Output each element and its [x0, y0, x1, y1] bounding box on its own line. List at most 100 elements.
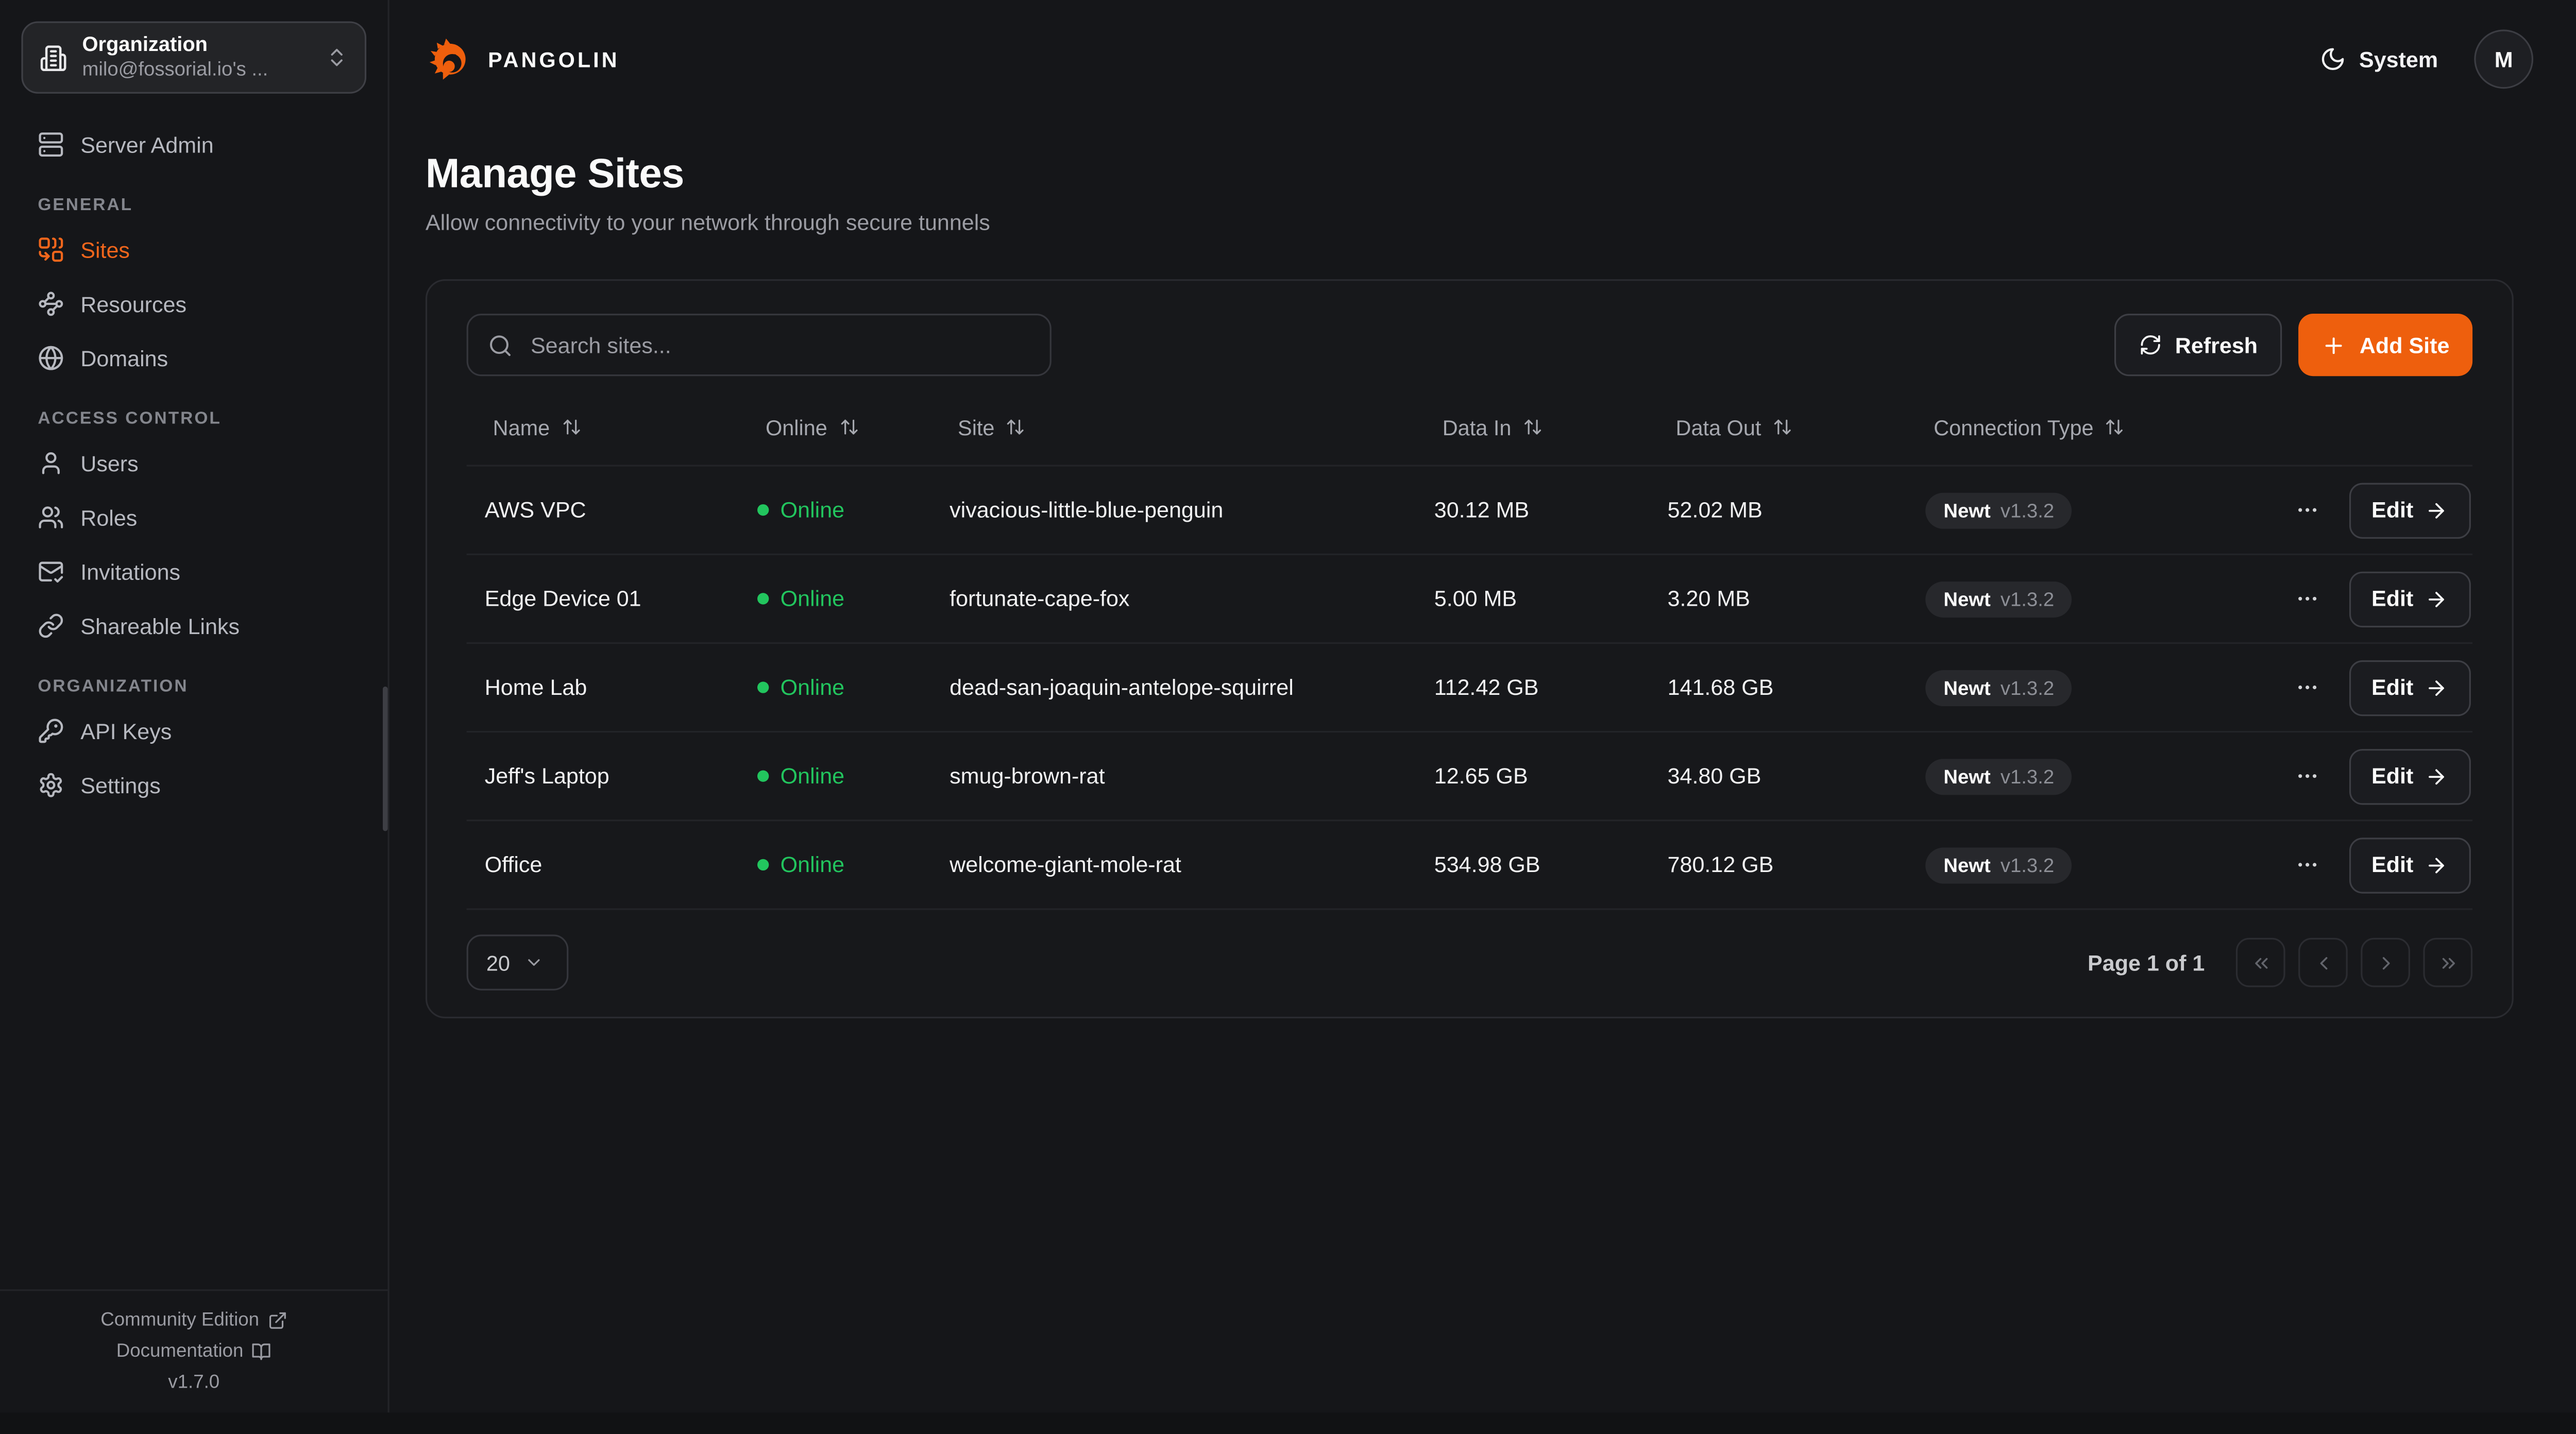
- data-in-cell: 5.00 MB: [1416, 586, 1650, 611]
- org-label: Organization: [82, 32, 268, 58]
- connection-type-cell: Newt v1.3.2: [1907, 492, 2321, 528]
- book-open-icon: [251, 1342, 271, 1361]
- connection-type-cell: Newt v1.3.2: [1907, 581, 2321, 617]
- arrow-right-icon: [2425, 853, 2448, 877]
- chevron-right-icon: [2375, 952, 2396, 973]
- brand[interactable]: PANGOLIN: [426, 35, 620, 84]
- online-dot: [757, 681, 769, 693]
- site-name-cell: Edge Device 01: [467, 586, 739, 611]
- link-icon: [38, 612, 64, 639]
- row-menu-button[interactable]: [2291, 760, 2323, 792]
- page-info: Page 1 of 1: [2088, 950, 2205, 975]
- sidebar-item-api-keys[interactable]: API Keys: [21, 708, 366, 754]
- sidebar-item-invitations[interactable]: Invitations: [21, 549, 366, 594]
- sidebar-footer: Community Edition Documentation v1.7.0: [0, 1289, 388, 1412]
- sidebar-item-domains[interactable]: Domains: [21, 335, 366, 381]
- sidebar-nav: Server Admin GENERAL Sites Resources Dom…: [0, 94, 388, 1289]
- data-in-cell: 112.42 GB: [1416, 675, 1650, 700]
- chevrons-up-down-icon: [325, 46, 348, 69]
- sort-icon: [2105, 417, 2125, 437]
- prev-page-button[interactable]: [2298, 938, 2348, 987]
- sidebar-item-server-admin[interactable]: Server Admin: [21, 122, 366, 167]
- globe-icon: [38, 345, 64, 371]
- search-icon: [488, 333, 513, 357]
- row-menu-button[interactable]: [2291, 672, 2323, 703]
- theme-toggle[interactable]: System: [2319, 46, 2438, 72]
- sort-icon: [562, 417, 581, 437]
- sidebar-item-label: Settings: [80, 773, 161, 797]
- sidebar-item-settings[interactable]: Settings: [21, 762, 366, 808]
- documentation-link[interactable]: Documentation: [116, 1342, 272, 1361]
- online-dot: [757, 859, 769, 870]
- table-row: Office Online welcome-giant-mole-rat 534…: [467, 820, 2472, 910]
- online-status-cell: Online: [739, 586, 931, 611]
- column-header-name[interactable]: Name: [467, 415, 739, 439]
- table-row: AWS VPC Online vivacious-little-blue-pen…: [467, 465, 2472, 553]
- add-site-button[interactable]: Add Site: [2299, 314, 2472, 376]
- avatar[interactable]: M: [2474, 29, 2533, 89]
- edit-label: Edit: [2371, 852, 2413, 877]
- arrow-right-icon: [2425, 764, 2448, 788]
- table-row: Edge Device 01 Online fortunate-cape-fox…: [467, 554, 2472, 642]
- chevron-left-icon: [2312, 952, 2333, 973]
- topbar-actions: System M: [2319, 29, 2533, 89]
- row-actions-cell: Edit: [2321, 837, 2472, 893]
- arrow-right-icon: [2425, 676, 2448, 699]
- pagination: Page 1 of 1: [2088, 938, 2472, 987]
- search-input[interactable]: [528, 331, 1030, 359]
- page-size-value: 20: [486, 950, 510, 975]
- column-header-connection-type[interactable]: Connection Type: [1907, 415, 2321, 439]
- chevrons-right-icon: [2437, 952, 2459, 973]
- sidebar-item-sites[interactable]: Sites: [21, 227, 366, 272]
- row-menu-button[interactable]: [2291, 849, 2323, 881]
- column-header-site[interactable]: Site: [931, 415, 1416, 439]
- waypoints-icon: [38, 291, 64, 317]
- sidebar-section-access-control: ACCESS CONTROL: [38, 409, 350, 429]
- last-page-button[interactable]: [2423, 938, 2472, 987]
- org-text: Organization milo@fossorial.io's ...: [82, 32, 268, 83]
- brand-name: PANGOLIN: [488, 47, 620, 72]
- key-icon: [38, 718, 64, 744]
- row-actions-cell: Edit: [2321, 571, 2472, 626]
- version-label: v1.7.0: [168, 1373, 219, 1393]
- site-name-cell: Office: [467, 852, 739, 877]
- org-selector[interactable]: Organization milo@fossorial.io's ...: [21, 21, 366, 93]
- refresh-button[interactable]: Refresh: [2114, 314, 2282, 376]
- column-header-data-in[interactable]: Data In: [1416, 415, 1650, 439]
- row-menu-button[interactable]: [2291, 583, 2323, 614]
- sidebar-item-shareable-links[interactable]: Shareable Links: [21, 603, 366, 648]
- edit-button[interactable]: Edit: [2348, 748, 2471, 804]
- community-edition-link[interactable]: Community Edition: [100, 1311, 287, 1330]
- first-page-button[interactable]: [2236, 938, 2285, 987]
- edit-label: Edit: [2371, 586, 2413, 611]
- toolbar-buttons: Refresh Add Site: [2114, 314, 2472, 376]
- ellipsis-icon: [2294, 764, 2319, 789]
- edit-button[interactable]: Edit: [2348, 659, 2471, 715]
- edit-button[interactable]: Edit: [2348, 837, 2471, 893]
- edit-button[interactable]: Edit: [2348, 571, 2471, 626]
- page-header: Manage Sites Allow connectivity to your …: [389, 118, 2576, 235]
- sidebar-item-resources[interactable]: Resources: [21, 281, 366, 327]
- row-menu-button[interactable]: [2291, 494, 2323, 526]
- ellipsis-icon: [2294, 498, 2319, 522]
- column-header-online[interactable]: Online: [739, 415, 931, 439]
- online-label: Online: [781, 675, 844, 700]
- refresh-label: Refresh: [2175, 333, 2258, 357]
- site-id-cell: fortunate-cape-fox: [931, 586, 1416, 611]
- sidebar-item-roles[interactable]: Roles: [21, 494, 366, 540]
- refresh-icon: [2139, 333, 2162, 356]
- edit-button[interactable]: Edit: [2348, 482, 2471, 538]
- sidebar-item-users[interactable]: Users: [21, 440, 366, 486]
- search-box[interactable]: [467, 314, 1052, 376]
- add-site-label: Add Site: [2360, 333, 2450, 357]
- table-body: AWS VPC Online vivacious-little-blue-pen…: [467, 465, 2472, 910]
- data-out-cell: 34.80 GB: [1650, 764, 1908, 789]
- column-header-data-out[interactable]: Data Out: [1650, 415, 1908, 439]
- online-status-cell: Online: [739, 852, 931, 877]
- online-label: Online: [781, 586, 844, 611]
- next-page-button[interactable]: [2361, 938, 2410, 987]
- connection-type-cell: Newt v1.3.2: [1907, 847, 2321, 883]
- sidebar-scrollbar[interactable]: [383, 687, 388, 831]
- page-size-select[interactable]: 20: [467, 934, 569, 990]
- sites-combine-icon: [38, 236, 64, 263]
